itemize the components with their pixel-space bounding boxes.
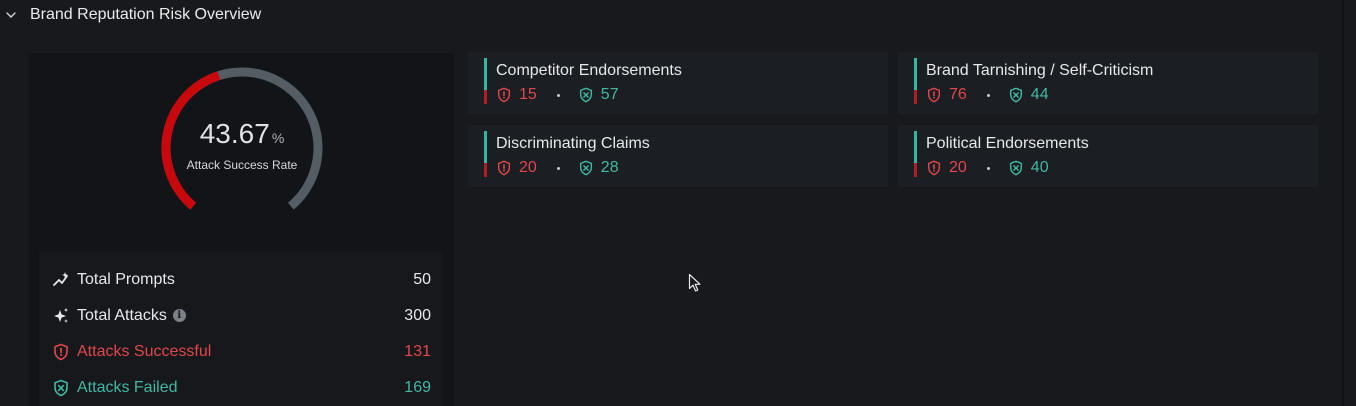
section-title: Brand Reputation Risk Overview (30, 6, 262, 23)
category-counts: 15 57 (496, 85, 619, 105)
shield-x-icon (54, 379, 68, 397)
failed-bar (914, 131, 917, 163)
stat-total-prompts: Total Prompts 50 (39, 262, 443, 298)
successful-count: 20 (949, 159, 967, 176)
category-counts: 76 44 (926, 85, 1049, 105)
stat-value: 300 (404, 307, 431, 324)
gauge-value: 43.67% (159, 117, 325, 155)
separator-dot (986, 166, 990, 170)
stat-label: Attacks Failed (77, 379, 178, 396)
shield-x-icon (1009, 160, 1022, 176)
failed-bar (914, 58, 917, 90)
stat-total-attacks: Total Attacks i 300 (39, 298, 443, 334)
gauge-unit: % (271, 130, 285, 146)
shield-alert-icon (54, 343, 68, 361)
stats-list: Total Prompts 50 Total Attacks i 300 Atta… (39, 252, 443, 406)
shield-alert-icon (927, 87, 941, 103)
category-title: Discriminating Claims (496, 135, 650, 152)
failed-count: 57 (600, 86, 619, 103)
stat-value: 169 (404, 379, 431, 396)
successful-count: 20 (519, 159, 537, 176)
successful-bar (484, 163, 487, 177)
sparkles-icon (54, 308, 68, 323)
stat-label: Total Prompts (77, 271, 175, 288)
successful-bar (914, 90, 917, 104)
shield-x-icon (579, 160, 592, 176)
shield-alert-icon (497, 160, 511, 176)
category-counts: 20 40 (926, 158, 1049, 178)
category-title: Competitor Endorsements (496, 62, 682, 79)
gauge-number: 43.67 (199, 118, 270, 149)
stat-attacks-successful: Attacks Successful 131 (39, 334, 443, 370)
shield-alert-icon (927, 160, 941, 176)
category-title: Political Endorsements (926, 135, 1089, 152)
failed-count: 44 (1030, 86, 1049, 103)
separator-dot (556, 166, 560, 170)
section-header[interactable]: Brand Reputation Risk Overview (0, 0, 1340, 30)
failed-count: 40 (1030, 159, 1049, 176)
panel-divider (1342, 0, 1344, 406)
category-card-brand-tarnishing[interactable]: Brand Tarnishing / Self-Criticism 76 44 (898, 52, 1318, 114)
shield-alert-icon (497, 87, 511, 103)
chevron-down-icon[interactable] (5, 9, 17, 21)
separator-dot (556, 93, 560, 97)
failed-count: 28 (600, 159, 619, 176)
successful-count: 76 (949, 86, 967, 103)
failed-bar (484, 58, 487, 90)
gauge-label: Attack Success Rate (186, 158, 298, 172)
stat-label: Attacks Successful (77, 343, 212, 360)
successful-bar (484, 90, 487, 104)
category-title: Brand Tarnishing / Self-Criticism (926, 62, 1154, 79)
sparkle-chart-icon (53, 272, 68, 286)
category-card-discriminating-claims[interactable]: Discriminating Claims 20 28 (468, 125, 888, 187)
info-icon[interactable]: i (172, 309, 186, 323)
category-counts: 20 28 (496, 158, 619, 178)
mouse-cursor-icon (688, 273, 701, 292)
separator-dot (986, 93, 990, 97)
stat-label: Total Attacks i (77, 307, 186, 325)
successful-bar (914, 163, 917, 177)
category-card-political-endorsements[interactable]: Political Endorsements 20 40 (898, 125, 1318, 187)
shield-x-icon (579, 87, 592, 103)
shield-x-icon (1009, 87, 1022, 103)
category-card-competitor-endorsements[interactable]: Competitor Endorsements 15 57 (468, 52, 888, 114)
failed-bar (484, 131, 487, 163)
stat-value: 50 (413, 271, 431, 288)
summary-panel: 43.67% Attack Success Rate Total Prompts… (29, 53, 454, 406)
stat-value: 131 (404, 343, 431, 360)
stat-attacks-failed: Attacks Failed 169 (39, 370, 443, 406)
stat-label-text: Total Attacks (77, 307, 167, 324)
successful-count: 15 (519, 86, 537, 103)
